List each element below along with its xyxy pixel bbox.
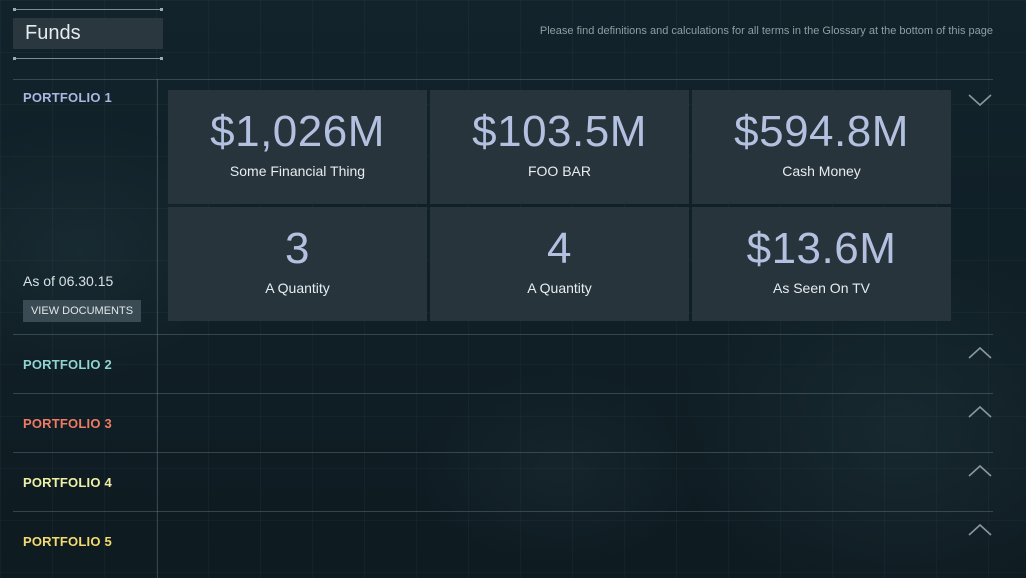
metric-value: $594.8M xyxy=(734,107,909,156)
header-divider-bottom xyxy=(13,57,163,60)
chevron-up-icon[interactable] xyxy=(967,404,993,420)
chevron-up-icon[interactable] xyxy=(967,345,993,361)
funds-page: Funds Please find definitions and calcul… xyxy=(0,0,1026,578)
portfolio-3-title[interactable]: PORTFOLIO 3 xyxy=(23,416,112,431)
portfolio-1-section: PORTFOLIO 1 As of 06.30.15 VIEW DOCUMENT… xyxy=(13,79,993,334)
portfolio-2-title[interactable]: PORTFOLIO 2 xyxy=(23,357,112,372)
portfolio-3-section[interactable]: PORTFOLIO 3 xyxy=(13,394,993,452)
metric-label: A Quantity xyxy=(527,280,592,296)
metric-value: $103.5M xyxy=(472,107,647,156)
metric-label: FOO BAR xyxy=(527,163,591,179)
header-divider-top xyxy=(13,8,163,11)
metrics-grid: $1,026M Some Financial Thing $103.5M FOO… xyxy=(168,90,952,322)
metric-tile: $13.6M As Seen On TV xyxy=(692,207,951,321)
chevron-up-icon[interactable] xyxy=(967,463,993,479)
metric-tile: 4 A Quantity xyxy=(430,207,689,321)
portfolio-2-section[interactable]: PORTFOLIO 2 xyxy=(13,335,993,393)
metric-value: 3 xyxy=(285,224,310,273)
view-documents-button[interactable]: VIEW DOCUMENTS xyxy=(23,300,141,322)
metric-tile: $103.5M FOO BAR xyxy=(430,90,689,204)
metric-tile: $1,026M Some Financial Thing xyxy=(168,90,427,204)
metric-value: $1,026M xyxy=(210,107,385,156)
page-title: Funds xyxy=(13,18,163,49)
metric-label: A Quantity xyxy=(265,280,330,296)
metric-label: Some Financial Thing xyxy=(229,163,366,179)
portfolio-4-title[interactable]: PORTFOLIO 4 xyxy=(23,475,112,490)
portfolio-5-section[interactable]: PORTFOLIO 5 xyxy=(13,512,993,578)
metric-value: $13.6M xyxy=(746,224,897,273)
chevron-up-icon[interactable] xyxy=(967,522,993,538)
metric-tile: $594.8M Cash Money xyxy=(692,90,951,204)
chevron-down-icon[interactable] xyxy=(967,92,993,108)
metric-tile: 3 A Quantity xyxy=(168,207,427,321)
portfolio-5-title[interactable]: PORTFOLIO 5 xyxy=(23,534,112,549)
glossary-note: Please find definitions and calculations… xyxy=(539,25,993,37)
metric-label: As Seen On TV xyxy=(772,280,870,296)
metric-value: 4 xyxy=(547,224,572,273)
metric-label: Cash Money xyxy=(782,163,861,179)
portfolio-1-title[interactable]: PORTFOLIO 1 xyxy=(23,90,112,105)
funds-header: Funds xyxy=(13,8,163,60)
portfolio-4-section[interactable]: PORTFOLIO 4 xyxy=(13,453,993,511)
as-of-date: As of 06.30.15 xyxy=(23,273,114,289)
